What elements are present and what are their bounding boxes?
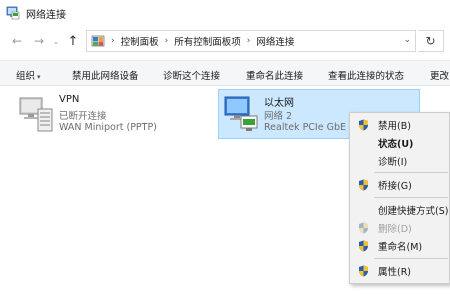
menu-separator xyxy=(374,258,448,259)
address-dropdown-icon[interactable]: ⌄ xyxy=(403,35,411,45)
uac-shield-icon xyxy=(358,265,369,277)
rename-connection-button[interactable]: 重命名此连接 xyxy=(246,68,303,82)
vpn-status: 已断开连接 xyxy=(59,111,107,122)
menu-item-label: 桥接(G) xyxy=(378,181,412,192)
up-button[interactable]: ↑ xyxy=(64,32,82,50)
menu-item-label: 诊断(I) xyxy=(378,157,408,168)
ethernet-connection-icon xyxy=(221,94,261,134)
menu-item-properties[interactable]: 属性(R) xyxy=(350,262,450,280)
menu-item-label: 禁用(B) xyxy=(378,121,411,132)
menu-item-bridge[interactable]: 桥接(G) xyxy=(350,176,450,194)
menu-item-status[interactable]: 状态(U) xyxy=(350,134,450,152)
menu-item-label: 属性(R) xyxy=(378,267,412,278)
forward-button[interactable]: → xyxy=(30,32,48,50)
refresh-button[interactable]: ↻ xyxy=(418,30,444,52)
control-panel-icon xyxy=(91,34,105,48)
chevron-down-icon: ▾ xyxy=(37,73,41,81)
recent-locations-button[interactable]: ⌄ xyxy=(50,32,62,50)
breadcrumb-control-panel[interactable]: 控制面板 xyxy=(121,34,159,48)
breadcrumb-separator: › xyxy=(111,36,115,46)
uac-shield-icon xyxy=(358,222,369,234)
ethernet-device: Realtek PCIe GbE xyxy=(264,122,346,133)
breadcrumb-separator[interactable]: › xyxy=(247,36,251,46)
uac-shield-icon xyxy=(358,119,369,131)
vpn-name: VPN xyxy=(59,94,80,105)
vpn-connection-icon xyxy=(16,95,56,135)
menu-item-create-shortcut[interactable]: 创建快捷方式(S) xyxy=(350,201,450,219)
refresh-icon: ↻ xyxy=(425,34,436,48)
address-bar[interactable]: › 控制面板 › 所有控制面板项 › 网络连接 ⌄ xyxy=(86,30,416,52)
organize-label: 组织 xyxy=(16,71,36,82)
menu-item-label: 删除(D) xyxy=(378,224,412,235)
change-settings-button[interactable]: 更改 xyxy=(430,68,449,82)
window-title: 网络连接 xyxy=(26,9,66,21)
title-bar: 网络连接 xyxy=(0,0,450,26)
vpn-device: WAN Miniport (PPTP) xyxy=(59,122,157,133)
menu-item-diagnose[interactable]: 诊断(I) xyxy=(350,152,450,170)
context-menu: 禁用(B) 状态(U) 诊断(I) 桥接(G) 创建快捷方式(S) 删除(D) … xyxy=(349,112,450,284)
uac-shield-icon xyxy=(358,179,369,191)
back-button[interactable]: ← xyxy=(8,32,26,50)
connection-item-vpn[interactable]: VPN 已断开连接 WAN Miniport (PPTP) xyxy=(14,92,214,140)
breadcrumb-network-connections[interactable]: 网络连接 xyxy=(256,34,294,48)
organize-menu[interactable]: 组织 ▾ xyxy=(16,68,41,82)
ethernet-name: 以太网 xyxy=(264,98,294,109)
menu-item-label: 创建快捷方式(S) xyxy=(378,206,449,217)
menu-item-label: 状态(U) xyxy=(378,139,414,150)
menu-separator xyxy=(374,172,448,173)
disable-device-button[interactable]: 禁用此网络设备 xyxy=(72,68,139,82)
diagnose-connection-button[interactable]: 诊断这个连接 xyxy=(163,68,220,82)
navigation-bar: ← → ⌄ ↑ › 控制面板 › 所有控制面板项 › 网络连接 ⌄ ↻ xyxy=(0,28,450,54)
menu-separator xyxy=(374,197,448,198)
view-status-button[interactable]: 查看此连接的状态 xyxy=(328,68,404,82)
breadcrumb-all-control-panel-items[interactable]: 所有控制面板项 xyxy=(174,34,241,48)
menu-item-disable[interactable]: 禁用(B) xyxy=(350,116,450,134)
network-connections-app-icon xyxy=(6,6,20,20)
menu-item-delete: 删除(D) xyxy=(350,219,450,237)
breadcrumb-separator[interactable]: › xyxy=(165,36,169,46)
ethernet-network: 网络 2 xyxy=(264,111,293,122)
menu-item-rename[interactable]: 重命名(M) xyxy=(350,237,450,255)
uac-shield-icon xyxy=(358,240,369,252)
command-bar: 组织 ▾ 禁用此网络设备 诊断这个连接 重命名此连接 查看此连接的状态 更改 xyxy=(0,60,450,86)
menu-item-label: 重命名(M) xyxy=(378,242,423,253)
